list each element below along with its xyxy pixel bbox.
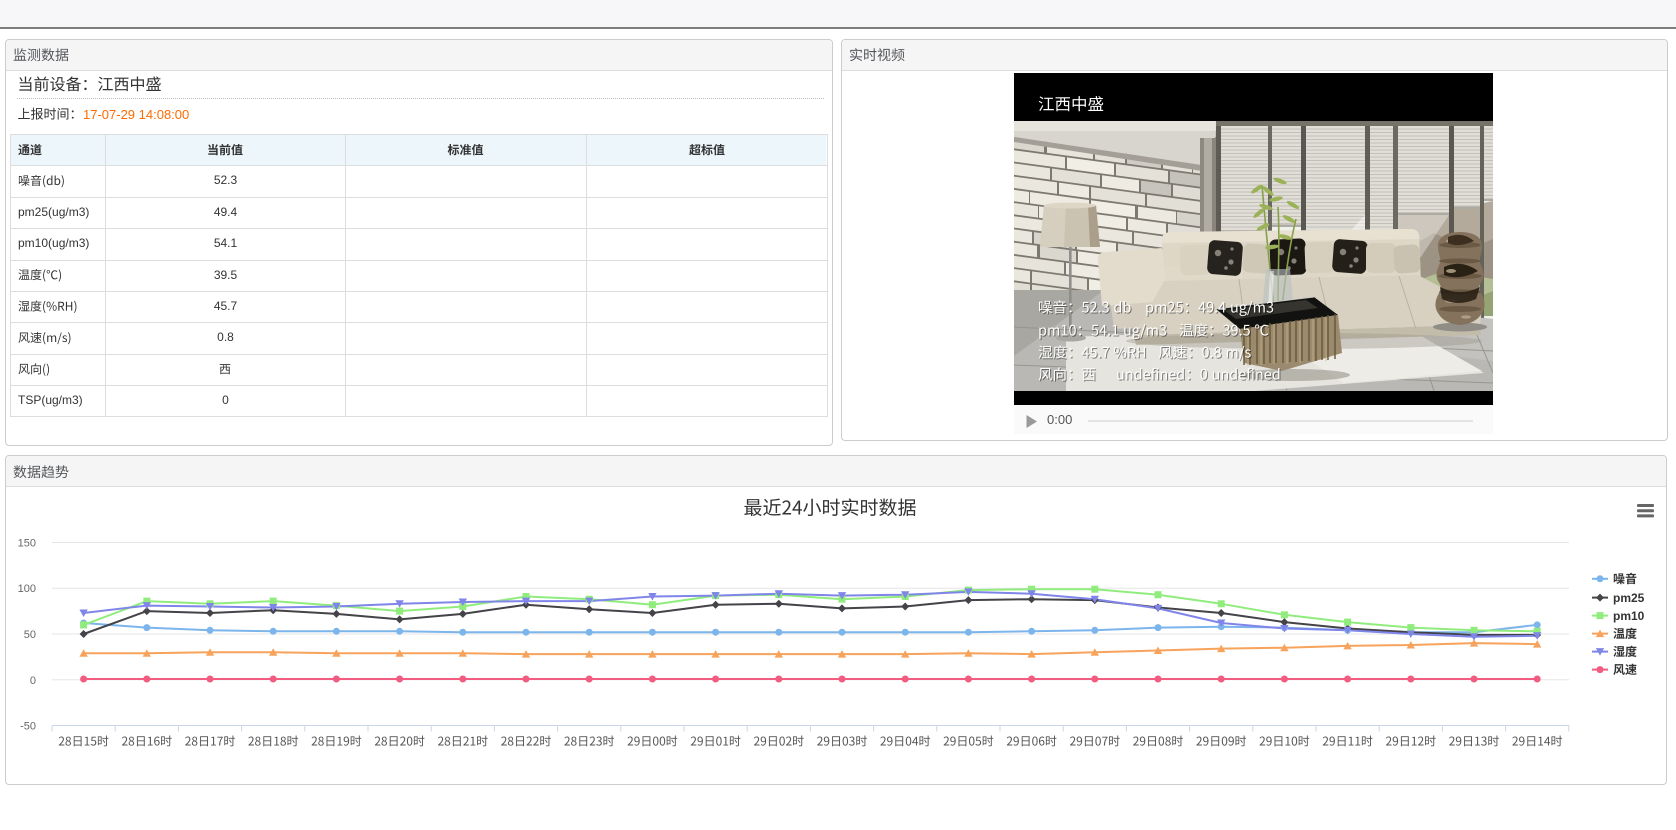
svg-text:-50: -50 [20,721,36,733]
svg-text:150: 150 [18,538,36,550]
svg-text:pm10: pm10 [1613,609,1645,623]
svg-text:100: 100 [18,583,36,595]
svg-text:0: 0 [30,675,36,687]
svg-text:pm25: pm25 [1613,591,1645,605]
svg-text:50: 50 [24,629,36,641]
